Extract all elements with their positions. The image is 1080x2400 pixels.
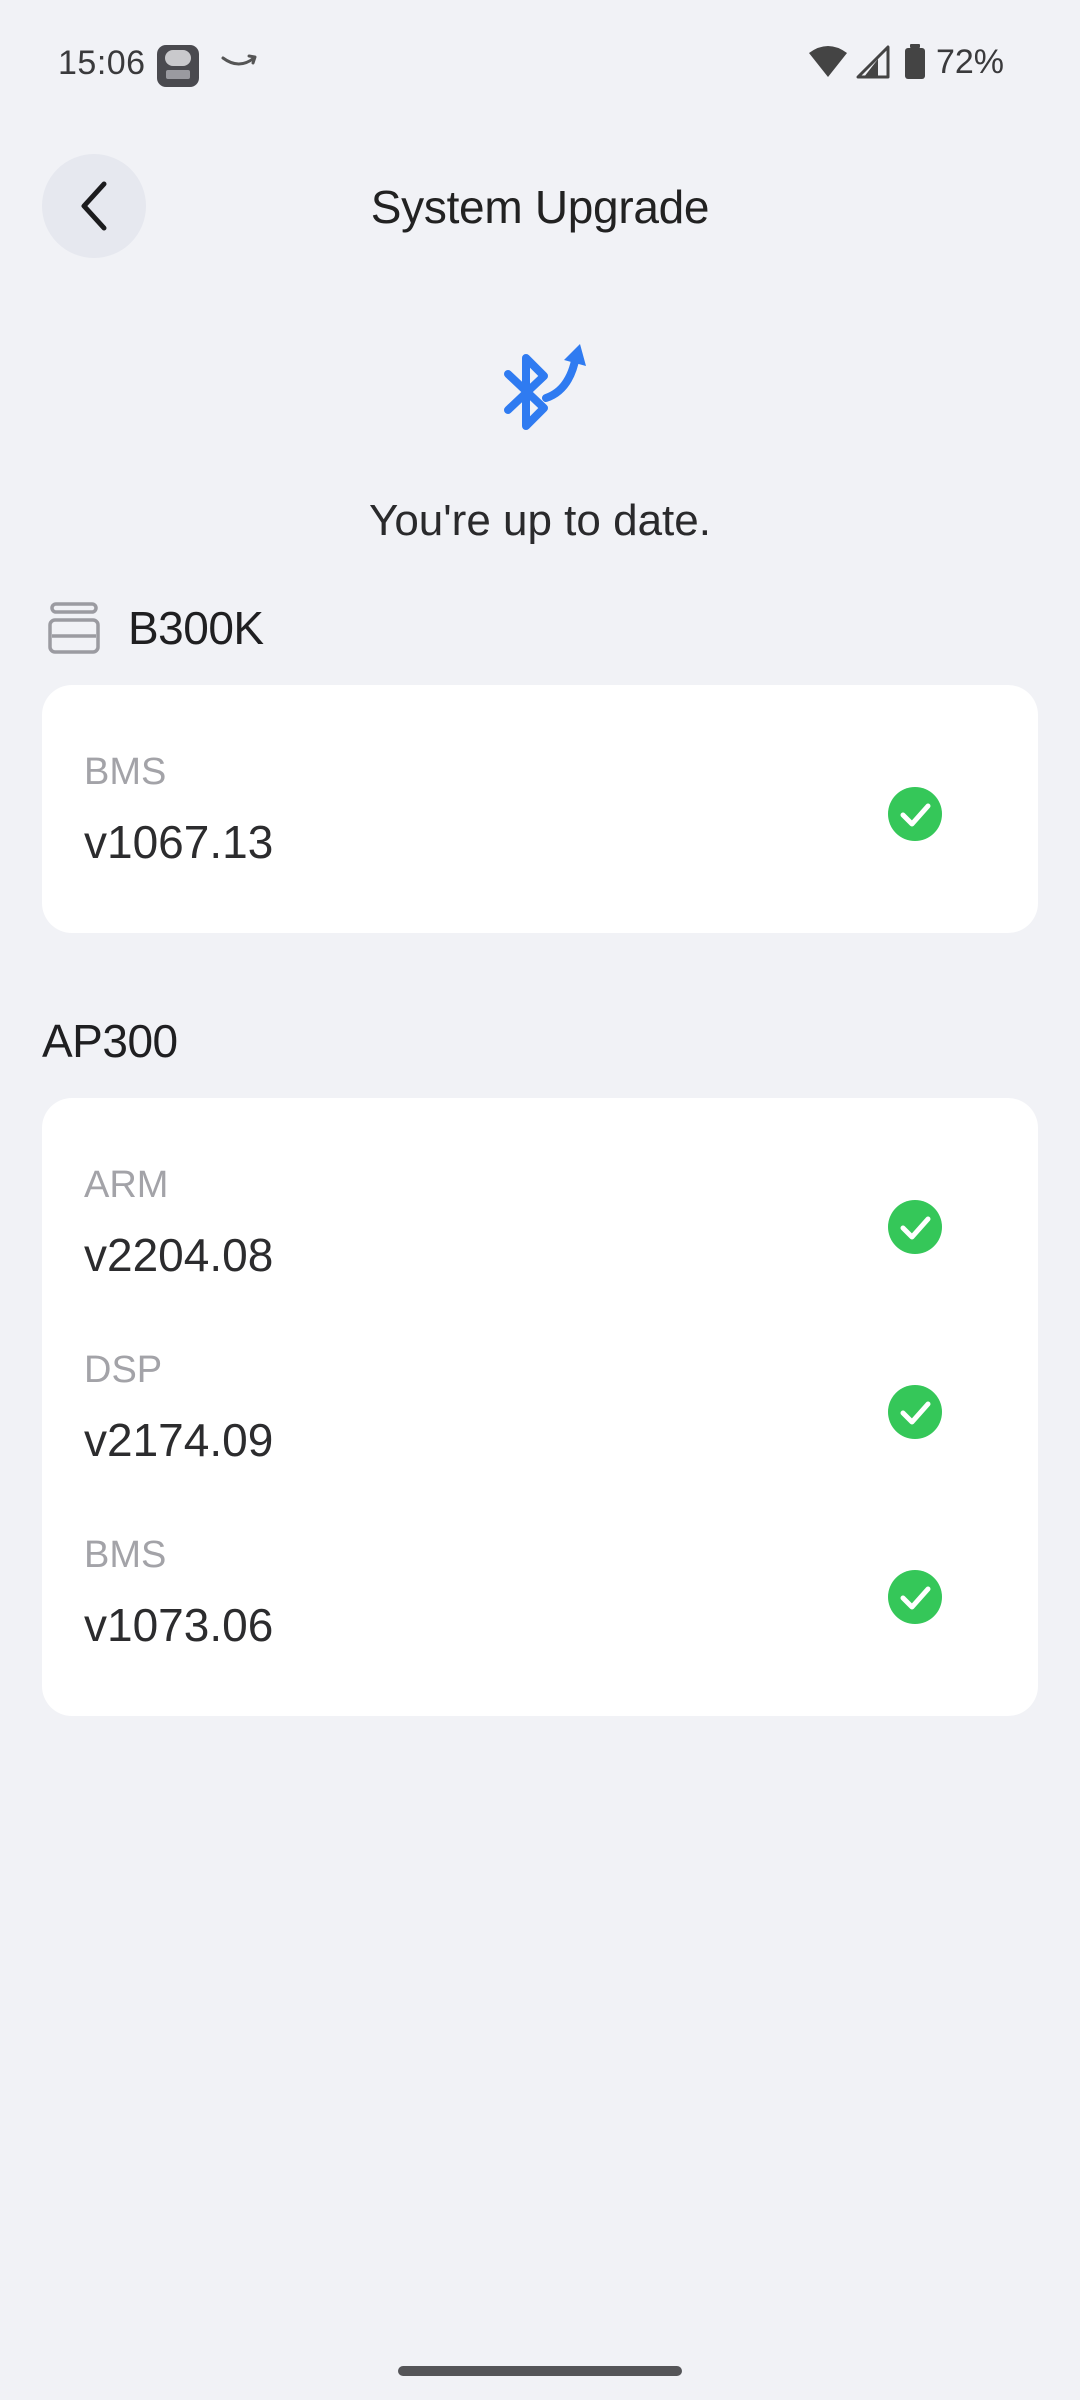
check-circle-icon <box>888 787 942 841</box>
amazon-notification-icon <box>221 54 257 66</box>
firmware-card-b300k: BMS v1067.13 <box>42 685 1038 933</box>
cellular-signal-icon <box>856 45 890 79</box>
device-header-b300k: B300K <box>46 600 264 656</box>
firmware-version: v2204.08 <box>84 1229 274 1281</box>
check-circle-icon <box>888 1200 942 1254</box>
wifi-icon <box>808 46 847 77</box>
check-circle-icon <box>888 1570 942 1624</box>
firmware-version: v1073.06 <box>84 1599 274 1651</box>
up-to-date-message: You're up to date. <box>369 496 711 545</box>
device-header-ap300: AP300 <box>42 1014 178 1068</box>
device-name: AP300 <box>42 1015 178 1067</box>
firmware-row-arm: ARM v2204.08 <box>42 1164 996 1314</box>
firmware-row-bms: BMS v1067.13 <box>42 751 996 901</box>
check-circle-icon <box>888 1385 942 1439</box>
firmware-version: v1067.13 <box>84 816 274 868</box>
page-title: System Upgrade <box>370 181 710 233</box>
battery-stack-icon <box>48 602 100 654</box>
battery-percentage: 72% <box>935 42 1004 81</box>
device-name: B300K <box>128 602 264 654</box>
bluetooth-upgrade-icon <box>504 344 586 430</box>
firmware-row-bms: BMS v1073.06 <box>42 1534 996 1684</box>
firmware-card-ap300: ARM v2204.08 DSP v2174.09 BMS v1073.06 <box>42 1098 1038 1716</box>
battery-icon <box>904 44 925 79</box>
firmware-label: BMS <box>84 1534 167 1576</box>
status-indicators: 72% <box>808 42 1004 82</box>
home-indicator[interactable] <box>398 2366 682 2376</box>
firmware-label: ARM <box>84 1164 169 1206</box>
app-notification-icon <box>157 45 199 87</box>
firmware-row-dsp: DSP v2174.09 <box>42 1349 996 1499</box>
firmware-version: v2174.09 <box>84 1414 274 1466</box>
firmware-label: DSP <box>84 1349 163 1391</box>
status-time: 15:06 <box>58 44 146 82</box>
status-bar: 15:06 72% <box>0 0 1080 130</box>
firmware-label: BMS <box>84 751 167 793</box>
